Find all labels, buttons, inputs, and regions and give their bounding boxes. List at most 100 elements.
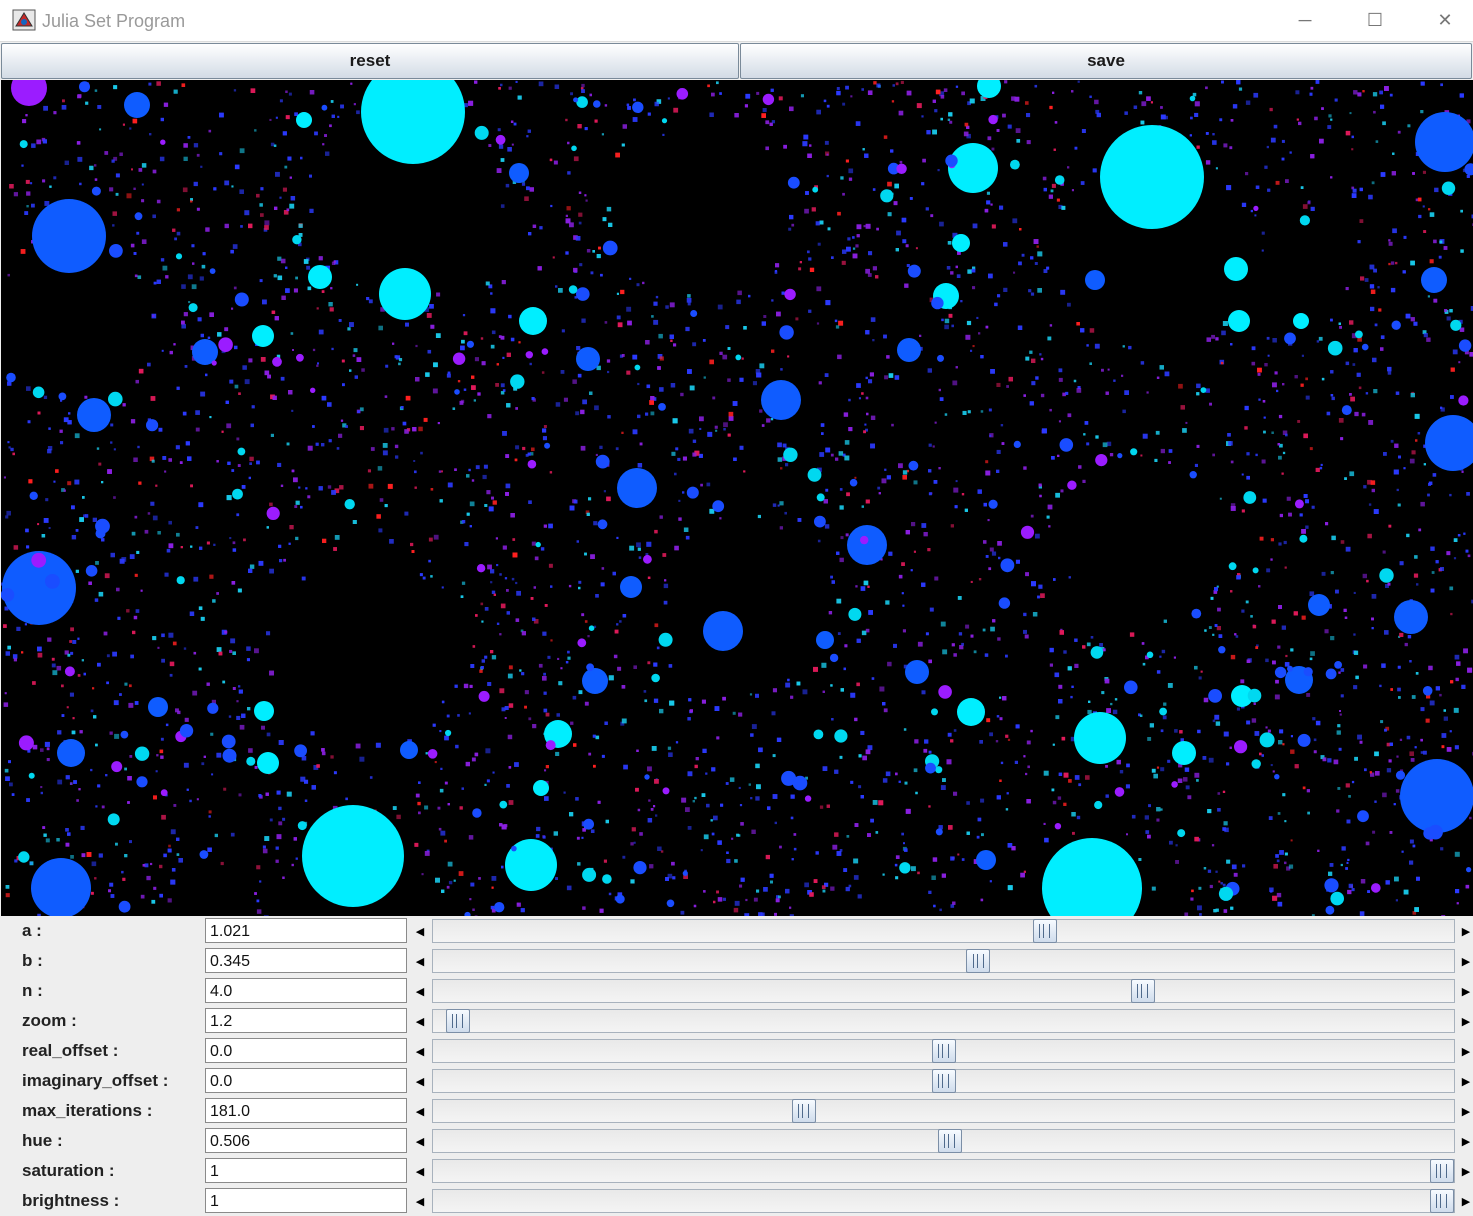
b-decrement-button[interactable]: ◀ (409, 948, 431, 974)
control-row-saturation: saturation : ◀ ▶ (0, 1156, 1473, 1186)
julia-set-image (1, 80, 1473, 916)
a-field[interactable] (205, 918, 407, 943)
saturation-label: saturation : (22, 1161, 115, 1180)
a-increment-button[interactable]: ▶ (1455, 918, 1473, 944)
arrow-left-icon: ◀ (415, 1015, 425, 1028)
zoom-slider-thumb[interactable] (445, 1009, 470, 1033)
arrow-right-icon: ▶ (1461, 1195, 1471, 1208)
zoom-decrement-button[interactable]: ◀ (409, 1008, 431, 1034)
imaginary-offset-label: imaginary_offset : (22, 1071, 169, 1090)
control-row-max-iterations: max_iterations : ◀ ▶ (0, 1096, 1473, 1126)
zoom-slider-track[interactable] (432, 1009, 1455, 1033)
b-slider-thumb[interactable] (966, 949, 991, 973)
arrow-right-icon: ▶ (1461, 1045, 1471, 1058)
zoom-increment-button[interactable]: ▶ (1455, 1008, 1473, 1034)
n-slider-thumb[interactable] (1130, 979, 1155, 1003)
control-row-n: n : ◀ ▶ (0, 976, 1473, 1006)
b-slider-track[interactable] (432, 949, 1455, 973)
arrow-left-icon: ◀ (415, 1165, 425, 1178)
arrow-left-icon: ◀ (415, 1105, 425, 1118)
a-slider-track[interactable] (432, 919, 1455, 943)
maximize-icon: ☐ (1366, 9, 1384, 30)
n-increment-button[interactable]: ▶ (1455, 978, 1473, 1004)
n-field[interactable] (205, 978, 407, 1003)
brightness-slider-thumb[interactable] (1429, 1189, 1454, 1213)
brightness-label: brightness : (22, 1191, 120, 1210)
close-button[interactable]: ✕ (1410, 0, 1473, 40)
zoom-label: zoom : (22, 1011, 77, 1030)
saturation-increment-button[interactable]: ▶ (1455, 1158, 1473, 1184)
imaginary-offset-decrement-button[interactable]: ◀ (409, 1068, 431, 1094)
a-slider-thumb[interactable] (1032, 919, 1057, 943)
hue-decrement-button[interactable]: ◀ (409, 1128, 431, 1154)
n-decrement-button[interactable]: ◀ (409, 978, 431, 1004)
n-label: n : (22, 981, 43, 1000)
brightness-field[interactable] (205, 1188, 407, 1213)
minimize-icon: ─ (1298, 9, 1312, 30)
control-row-hue: hue : ◀ ▶ (0, 1126, 1473, 1156)
grip-icon (938, 1044, 949, 1058)
saturation-decrement-button[interactable]: ◀ (409, 1158, 431, 1184)
max-iterations-label: max_iterations : (22, 1101, 153, 1120)
imaginary-offset-increment-button[interactable]: ▶ (1455, 1068, 1473, 1094)
control-row-zoom: zoom : ◀ ▶ (0, 1006, 1473, 1036)
grip-icon (798, 1104, 810, 1118)
imaginary-offset-slider-track[interactable] (432, 1069, 1455, 1093)
b-label: b : (22, 951, 43, 970)
imaginary-offset-field[interactable] (205, 1068, 407, 1093)
real-offset-decrement-button[interactable]: ◀ (409, 1038, 431, 1064)
max-iterations-increment-button[interactable]: ▶ (1455, 1098, 1473, 1124)
brightness-slider-track[interactable] (432, 1189, 1455, 1213)
brightness-increment-button[interactable]: ▶ (1455, 1188, 1473, 1214)
arrow-left-icon: ◀ (415, 955, 425, 968)
arrow-right-icon: ▶ (1461, 1015, 1471, 1028)
real-offset-slider-thumb[interactable] (931, 1039, 956, 1063)
saturation-slider-track[interactable] (432, 1159, 1455, 1183)
hue-slider-track[interactable] (432, 1129, 1455, 1153)
arrow-right-icon: ▶ (1461, 925, 1471, 938)
julia-set-canvas[interactable] (1, 80, 1473, 916)
title-bar: Julia Set Program ─ ☐ ✕ (0, 0, 1473, 42)
zoom-field[interactable] (205, 1008, 407, 1033)
arrow-right-icon: ▶ (1461, 1105, 1471, 1118)
arrow-right-icon: ▶ (1461, 985, 1471, 998)
save-button[interactable]: save (740, 43, 1472, 79)
control-row-b: b : ◀ ▶ (0, 946, 1473, 976)
minimize-button[interactable]: ─ (1270, 0, 1340, 40)
hue-increment-button[interactable]: ▶ (1455, 1128, 1473, 1154)
saturation-slider-thumb[interactable] (1429, 1159, 1454, 1183)
arrow-left-icon: ◀ (415, 1045, 425, 1058)
saturation-field[interactable] (205, 1158, 407, 1183)
real-offset-field[interactable] (205, 1038, 407, 1063)
grip-icon (972, 954, 984, 968)
control-row-brightness: brightness : ◀ ▶ (0, 1186, 1473, 1216)
a-decrement-button[interactable]: ◀ (409, 918, 431, 944)
maximize-button[interactable]: ☐ (1340, 0, 1410, 40)
hue-label: hue : (22, 1131, 63, 1150)
grip-icon (1436, 1164, 1448, 1178)
grip-icon (452, 1014, 463, 1028)
arrow-right-icon: ▶ (1461, 1135, 1471, 1148)
max-iterations-slider-track[interactable] (432, 1099, 1455, 1123)
control-row-imaginary-offset: imaginary_offset : ◀ ▶ (0, 1066, 1473, 1096)
max-iterations-decrement-button[interactable]: ◀ (409, 1098, 431, 1124)
control-row-a: a : ◀ ▶ (0, 916, 1473, 946)
grip-icon (944, 1134, 956, 1148)
max-iterations-field[interactable] (205, 1098, 407, 1123)
grip-icon (938, 1074, 949, 1088)
brightness-decrement-button[interactable]: ◀ (409, 1188, 431, 1214)
real-offset-increment-button[interactable]: ▶ (1455, 1038, 1473, 1064)
real-offset-slider-track[interactable] (432, 1039, 1455, 1063)
b-field[interactable] (205, 948, 407, 973)
arrow-right-icon: ▶ (1461, 1165, 1471, 1178)
arrow-right-icon: ▶ (1461, 955, 1471, 968)
window-title: Julia Set Program (42, 11, 186, 31)
hue-field[interactable] (205, 1128, 407, 1153)
reset-button[interactable]: reset (1, 43, 739, 79)
n-slider-track[interactable] (432, 979, 1455, 1003)
b-increment-button[interactable]: ▶ (1455, 948, 1473, 974)
hue-slider-thumb[interactable] (937, 1129, 962, 1153)
imaginary-offset-slider-thumb[interactable] (931, 1069, 956, 1093)
max-iterations-slider-thumb[interactable] (791, 1099, 816, 1123)
grip-icon (1039, 924, 1051, 938)
